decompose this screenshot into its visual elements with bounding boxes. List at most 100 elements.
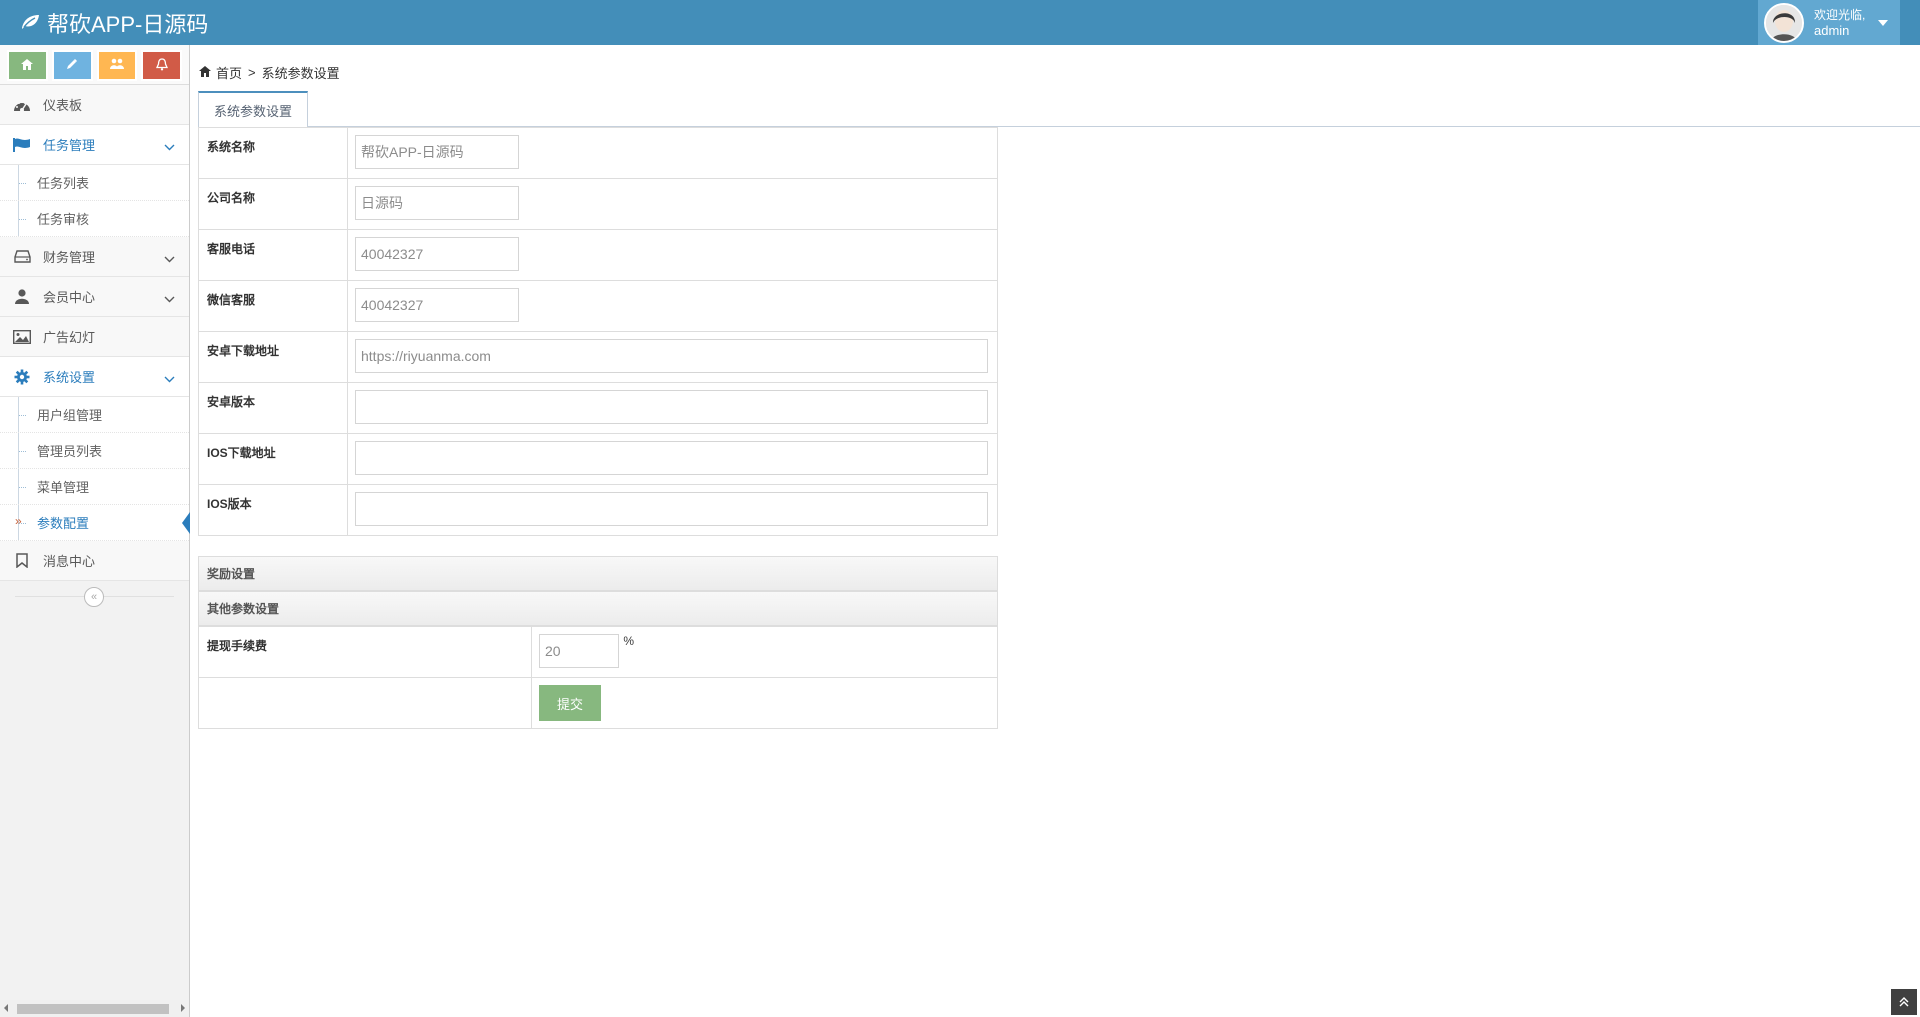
chevron-down-icon <box>164 251 175 266</box>
sidebar-item-label: 财务管理 <box>43 250 96 265</box>
form-row: 微信客服 <box>198 280 998 332</box>
user-menu[interactable]: 欢迎光临, admin <box>1758 0 1900 45</box>
breadcrumb: 首页 > 系统参数设置 <box>199 63 340 82</box>
sidebar-item-label: 仪表板 <box>43 98 83 113</box>
field-label: 提现手续费 <box>198 626 532 678</box>
double-angle-up-icon <box>1899 995 1909 1010</box>
chevron-down-icon <box>164 291 175 306</box>
avatar <box>1764 2 1804 43</box>
sidebar-subitem-menu-management[interactable]: 菜单管理 <box>0 469 189 505</box>
scroll-left-icon[interactable] <box>4 1004 8 1012</box>
home-icon <box>21 58 34 73</box>
form-row: 安卓下载地址 <box>198 331 998 383</box>
sidebar-subitem-label: 菜单管理 <box>37 480 90 495</box>
cog-icon <box>12 368 32 386</box>
other-settings-table: 提现手续费 % 提交 <box>198 626 998 729</box>
sidebar-item-messages[interactable]: 消息中心 <box>0 541 189 581</box>
leaf-icon <box>20 10 47 36</box>
flag-icon <box>12 136 32 154</box>
field-label: 安卓下载地址 <box>198 331 348 383</box>
users-icon <box>109 58 124 73</box>
form-row: IOS版本 <box>198 484 998 536</box>
sidebar-item-label: 会员中心 <box>43 290 96 305</box>
section-reward-settings[interactable]: 奖励设置 <box>198 556 998 591</box>
sidebar-item-tasks[interactable]: 任务管理 <box>0 125 189 165</box>
service-phone-input[interactable] <box>355 237 519 271</box>
bell-icon <box>155 57 168 74</box>
sidebar-subitem-task-list[interactable]: 任务列表 <box>0 165 189 201</box>
app-title: 帮砍APP-日源码 <box>47 12 209 37</box>
percent-unit: % <box>623 634 635 648</box>
sidebar-subitem-admin-list[interactable]: 管理员列表 <box>0 433 189 469</box>
ios-download-url-input[interactable] <box>355 441 988 475</box>
submit-button[interactable]: 提交 <box>539 685 601 721</box>
sidebar-subitem-parameter-config[interactable]: » 参数配置 <box>0 505 190 541</box>
form-row: 客服电话 <box>198 229 998 281</box>
form-row: 公司名称 <box>198 178 998 230</box>
active-indicator <box>182 512 190 534</box>
pencil-icon <box>66 58 78 73</box>
sidebar-item-label: 系统设置 <box>43 370 96 385</box>
caret-down-icon[interactable] <box>1878 20 1888 26</box>
scrollbar-thumb[interactable] <box>17 1004 169 1014</box>
sidebar: 仪表板 任务管理 任务列表 任务审核 财务管理 会员中心 广告幻灯 系统设置 用… <box>0 45 190 1017</box>
tab-bar: 系统参数设置 <box>198 91 1920 128</box>
form-row: 系统名称 <box>198 127 998 179</box>
username: admin <box>1814 22 1850 38</box>
welcome-text: 欢迎光临, <box>1814 7 1866 22</box>
field-label: 系统名称 <box>198 127 348 179</box>
brand[interactable]: 帮砍APP-日源码 <box>20 8 208 38</box>
sidebar-item-label: 广告幻灯 <box>43 330 96 345</box>
android-version-input[interactable] <box>355 390 988 424</box>
form-row: 提现手续费 % <box>198 626 998 678</box>
sidebar-subitem-label: 参数配置 <box>37 516 90 531</box>
sidebar-collapse-bar: « <box>0 581 189 613</box>
field-label: 微信客服 <box>198 280 348 332</box>
sidebar-subitem-label: 任务列表 <box>37 176 90 191</box>
sidebar-item-ads[interactable]: 广告幻灯 <box>0 317 189 357</box>
sidebar-subitem-task-review[interactable]: 任务审核 <box>0 201 189 237</box>
system-name-input[interactable] <box>355 135 519 169</box>
sidebar-item-system-settings[interactable]: 系统设置 <box>0 357 189 397</box>
field-label: 公司名称 <box>198 178 348 230</box>
company-name-input[interactable] <box>355 186 519 220</box>
chevron-down-icon <box>164 371 175 386</box>
field-label: IOS版本 <box>198 484 348 536</box>
back-to-top-button[interactable] <box>1891 989 1917 1015</box>
picture-icon <box>12 328 32 346</box>
sidebar-item-finance[interactable]: 财务管理 <box>0 237 189 277</box>
sidebar-subitem-label: 用户组管理 <box>37 408 103 423</box>
home-icon <box>199 65 211 80</box>
shortcut-users-button[interactable] <box>96 50 138 81</box>
tab-system-params[interactable]: 系统参数设置 <box>198 91 308 128</box>
ios-version-input[interactable] <box>355 492 988 526</box>
wechat-service-input[interactable] <box>355 288 519 322</box>
withdraw-fee-input[interactable] <box>539 634 619 668</box>
form-row: 提交 <box>198 677 998 729</box>
user-icon <box>12 288 32 306</box>
shortcut-home-button[interactable] <box>7 50 48 81</box>
basic-settings-table: 系统名称 公司名称 客服电话 微信客服 安卓下载地址 安卓版本 IOS下载地址 <box>198 127 998 536</box>
double-angle-left-icon[interactable]: « <box>84 587 104 607</box>
double-angle-right-icon: » <box>15 514 22 528</box>
breadcrumb-home-link[interactable]: 首页 <box>216 63 242 82</box>
breadcrumb-separator: > <box>248 65 256 80</box>
sidebar-item-label: 任务管理 <box>43 138 96 153</box>
sidebar-shortcuts <box>0 45 189 85</box>
sidebar-subitem-label: 管理员列表 <box>37 444 103 459</box>
sidebar-item-members[interactable]: 会员中心 <box>0 277 189 317</box>
sidebar-subitem-user-groups[interactable]: 用户组管理 <box>0 397 189 433</box>
dashboard-icon <box>12 96 32 114</box>
form-row: IOS下载地址 <box>198 433 998 485</box>
android-download-url-input[interactable] <box>355 339 988 373</box>
field-label: 安卓版本 <box>198 382 348 434</box>
shortcut-pencil-button[interactable] <box>51 50 93 81</box>
sidebar-item-dashboard[interactable]: 仪表板 <box>0 85 189 125</box>
section-other-settings[interactable]: 其他参数设置 <box>198 591 998 626</box>
scroll-right-icon[interactable] <box>181 1004 185 1012</box>
field-label: IOS下载地址 <box>198 433 348 485</box>
sidebar-horizontal-scrollbar[interactable] <box>0 1000 189 1017</box>
shortcut-bell-button[interactable] <box>141 50 182 81</box>
top-navbar: 帮砍APP-日源码 欢迎光临, admin <box>0 0 1920 45</box>
sidebar-subitem-label: 任务审核 <box>37 212 90 227</box>
